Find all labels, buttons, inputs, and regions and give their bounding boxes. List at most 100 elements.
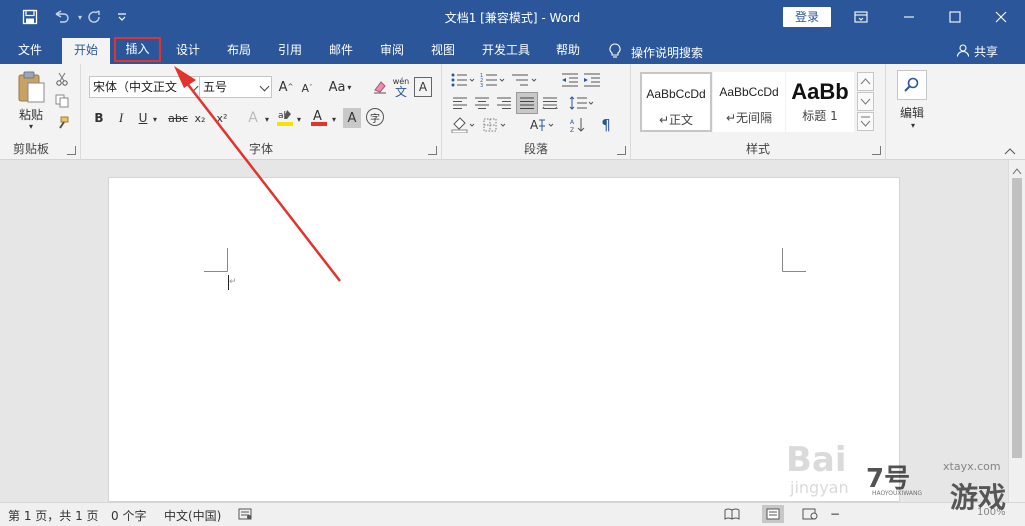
scrollbar-thumb[interactable] bbox=[1012, 178, 1022, 458]
tab-help[interactable]: 帮助 bbox=[546, 38, 590, 64]
styles-launcher-icon[interactable] bbox=[872, 146, 881, 155]
tab-view[interactable]: 视图 bbox=[421, 38, 465, 64]
macro-record-icon[interactable] bbox=[238, 508, 252, 523]
change-case-button[interactable]: Aa ▾ bbox=[325, 77, 355, 97]
print-layout-icon[interactable] bbox=[762, 505, 784, 523]
paragraph-mark-icon: ↵ bbox=[229, 277, 237, 287]
language-indicator[interactable]: 中文(中国) bbox=[164, 507, 221, 524]
paragraph-launcher-icon[interactable] bbox=[617, 146, 626, 155]
distributed-icon[interactable] bbox=[540, 94, 560, 112]
ribbon-display-icon[interactable] bbox=[838, 0, 884, 34]
font-color-icon[interactable]: A bbox=[310, 106, 328, 128]
share-label: 共享 bbox=[974, 45, 999, 59]
collapse-ribbon-icon[interactable] bbox=[1002, 144, 1018, 158]
svg-text:A: A bbox=[313, 109, 322, 124]
format-painter-icon[interactable] bbox=[53, 114, 71, 132]
text-effects-dropdown-icon[interactable]: ▾ bbox=[263, 110, 271, 128]
styles-scroll-up-icon[interactable] bbox=[857, 72, 874, 91]
tab-review[interactable]: 审阅 bbox=[370, 38, 414, 64]
multilevel-list-icon[interactable] bbox=[510, 71, 540, 89]
align-right-icon[interactable] bbox=[494, 94, 514, 112]
group-styles: AaBbCcDd ↵正文 AaBbCcDd ↵无间隔 AaBb 标题 1 样式 bbox=[631, 64, 886, 160]
show-paragraph-marks-icon[interactable]: ¶ bbox=[596, 116, 616, 134]
shrink-font-icon[interactable]: Aˇ bbox=[299, 79, 315, 97]
font-launcher-icon[interactable] bbox=[428, 146, 437, 155]
clear-formatting-icon[interactable] bbox=[371, 78, 389, 96]
page-count[interactable]: 第 1 页，共 1 页 bbox=[8, 507, 99, 524]
editing-dropdown-icon[interactable]: ▾ bbox=[908, 121, 918, 130]
paste-icon[interactable] bbox=[12, 70, 50, 104]
justify-icon[interactable] bbox=[516, 92, 538, 114]
tell-me-search[interactable]: 操作说明搜索 bbox=[609, 43, 703, 62]
tab-mailings[interactable]: 邮件 bbox=[319, 38, 363, 64]
align-center-icon[interactable] bbox=[472, 94, 492, 112]
styles-more-icon[interactable] bbox=[857, 112, 874, 131]
style-heading-1-sample: AaBb bbox=[791, 79, 849, 104]
scroll-up-icon[interactable] bbox=[1012, 164, 1022, 178]
styles-scroll-down-icon[interactable] bbox=[857, 92, 874, 111]
web-layout-icon[interactable] bbox=[802, 508, 818, 523]
font-name-combo[interactable]: 宋体（中文正文 bbox=[89, 76, 201, 98]
enclose-characters-button[interactable]: 字 bbox=[366, 108, 384, 126]
chinese-layout-icon[interactable]: A bbox=[528, 116, 558, 134]
numbering-icon[interactable]: 123 bbox=[480, 71, 506, 89]
tab-layout[interactable]: 布局 bbox=[217, 38, 261, 64]
share-button[interactable]: 共享 bbox=[956, 43, 998, 60]
zoom-level[interactable]: 100% bbox=[977, 507, 1006, 518]
character-shading-button[interactable]: A bbox=[343, 108, 361, 128]
word-count[interactable]: 0 个字 bbox=[111, 507, 146, 524]
font-color-dropdown-icon[interactable]: ▾ bbox=[330, 110, 338, 128]
phonetic-guide-icon: 文 bbox=[394, 85, 407, 99]
paste-label[interactable]: 粘贴 bbox=[12, 106, 50, 122]
tab-references[interactable]: 引用 bbox=[268, 38, 312, 64]
login-button[interactable]: 登录 bbox=[783, 7, 831, 27]
document-page[interactable]: ↵ bbox=[108, 177, 900, 502]
grow-font-icon[interactable]: A ^ bbox=[277, 77, 295, 97]
close-icon[interactable] bbox=[978, 0, 1024, 34]
minimize-icon[interactable] bbox=[886, 0, 932, 34]
tab-design[interactable]: 设计 bbox=[166, 38, 210, 64]
copy-icon[interactable] bbox=[53, 92, 71, 110]
person-icon bbox=[956, 43, 970, 60]
zoom-out-icon[interactable]: − bbox=[830, 507, 840, 521]
style-heading-1[interactable]: AaBb 标题 1 bbox=[786, 72, 854, 132]
tab-developer[interactable]: 开发工具 bbox=[474, 38, 538, 64]
cut-icon[interactable] bbox=[53, 70, 71, 88]
clipboard-launcher-icon[interactable] bbox=[67, 146, 76, 155]
superscript-button[interactable]: x² bbox=[213, 109, 231, 127]
increase-indent-icon[interactable] bbox=[582, 71, 602, 89]
bold-button[interactable]: B bbox=[91, 109, 107, 127]
strikethrough-button[interactable]: abc bbox=[167, 109, 189, 127]
maximize-icon[interactable] bbox=[932, 0, 978, 34]
editing-label[interactable]: 编辑 bbox=[894, 104, 930, 120]
bullets-icon[interactable] bbox=[450, 71, 476, 89]
style-no-spacing[interactable]: AaBbCcDd ↵无间隔 bbox=[713, 72, 785, 132]
tab-file[interactable]: 文件 bbox=[8, 38, 52, 64]
highlight-dropdown-icon[interactable]: ▾ bbox=[295, 110, 303, 128]
read-mode-icon[interactable] bbox=[724, 508, 740, 523]
line-spacing-icon[interactable] bbox=[568, 94, 596, 112]
svg-text:Z: Z bbox=[570, 127, 574, 133]
subscript-button[interactable]: x₂ bbox=[191, 109, 209, 127]
vertical-scrollbar[interactable] bbox=[1008, 160, 1025, 502]
find-icon[interactable] bbox=[897, 70, 927, 100]
style-normal[interactable]: AaBbCcDd ↵正文 bbox=[640, 72, 712, 132]
italic-button[interactable]: I bbox=[113, 109, 129, 127]
decrease-indent-icon[interactable] bbox=[560, 71, 580, 89]
font-size-combo[interactable]: 五号 bbox=[199, 76, 272, 98]
paste-dropdown-icon[interactable]: ▾ bbox=[26, 122, 36, 131]
tab-home[interactable]: 开始 bbox=[62, 38, 110, 64]
underline-dropdown-icon[interactable]: ▾ bbox=[151, 110, 159, 128]
borders-icon[interactable] bbox=[482, 116, 510, 134]
group-label-font: 字体 bbox=[248, 142, 273, 156]
sort-icon[interactable]: AZ bbox=[568, 116, 588, 134]
align-left-icon[interactable] bbox=[450, 94, 470, 112]
underline-button[interactable]: U bbox=[135, 109, 151, 127]
character-border-button[interactable]: A bbox=[414, 77, 432, 97]
style-normal-sample: AaBbCcDd bbox=[646, 87, 706, 101]
text-effects-icon[interactable]: A bbox=[244, 108, 262, 128]
phonetic-guide-button[interactable]: wén 文 bbox=[392, 75, 410, 99]
shading-icon[interactable] bbox=[450, 116, 478, 134]
highlight-color-icon[interactable]: ab bbox=[276, 106, 294, 128]
tab-insert[interactable]: 插入 bbox=[114, 37, 161, 62]
